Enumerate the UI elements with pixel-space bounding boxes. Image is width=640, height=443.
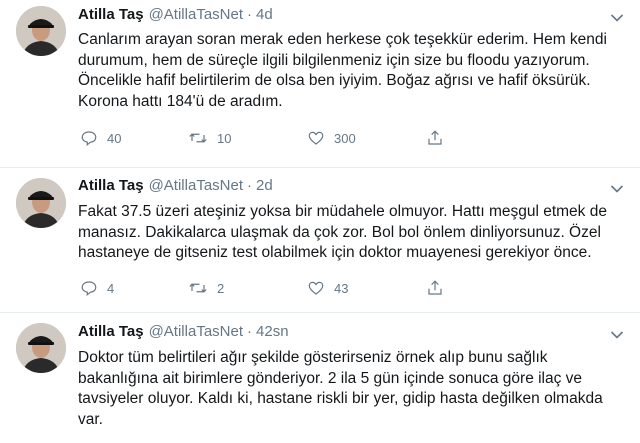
reply-icon [81,131,97,147]
chevron-down-icon[interactable] [610,184,624,194]
share-button[interactable] [426,278,444,298]
heart-icon [308,281,324,295]
chevron-down-icon[interactable] [610,13,624,23]
tweet-timestamp[interactable]: 42sn [256,323,289,340]
avatar-image [16,323,66,373]
tweet-text-line: durumum, hem de süreçle ilgili bilgilenm… [78,51,590,69]
heart-icon [308,131,324,145]
tweet-thread: Atilla Taş @AtillaTasNet · 4d Canlarım a… [0,0,640,443]
author-handle[interactable]: @AtillaTasNet [149,323,243,340]
retweet-count: 2 [217,280,225,296]
tweet-text-line: tavsiyeler oluyor. Kaldı ki, hastane ris… [78,390,603,407]
retweet-icon [189,133,207,143]
avatar[interactable] [16,6,66,56]
avatar[interactable] [16,178,66,228]
tweet[interactable]: Atilla Taş @AtillaTasNet · 4d Canlarım a… [0,0,640,168]
author-name[interactable]: Atilla Taş [78,6,144,23]
tweet-text-line: bakanlığına ait birimlere gönderiyor. 2 … [78,369,583,387]
like-count: 300 [334,130,356,146]
reply-count: 4 [107,280,115,296]
like-button[interactable]: 43 [307,278,348,298]
tweet[interactable]: Atilla Taş @AtillaTasNet · 42sn Doktor t… [0,313,640,443]
tweet-text-line: Canlarım arayan soran merak eden herkese… [78,31,607,48]
share-icon [428,280,442,295]
tweet-text: Doktor tüm belirtileri ağır şekilde göst… [78,348,624,430]
tweet-header: Atilla Taş @AtillaTasNet · 42sn [78,323,289,345]
reply-count: 40 [107,130,122,146]
separator-dot: · [247,177,253,194]
tweet-actions: 4 2 43 [80,278,500,298]
tweet-text-line: Doktor tüm belirtileri ağır şekilde göst… [78,349,548,366]
reply-button[interactable]: 40 [80,128,121,148]
tweet-text-line: Öncelikle hafif belirtilerim de olsa ben… [78,72,591,89]
tweet-text: Canlarım arayan soran merak eden herkese… [78,30,624,112]
tweet-text-line: hastaneye de gitseniz test olabilmek içi… [78,244,592,261]
avatar-image [16,6,66,56]
like-button[interactable]: 300 [307,128,356,148]
tweet-actions: 40 10 300 [80,128,500,148]
like-count: 43 [334,280,349,296]
author-handle[interactable]: @AtillaTasNet [149,6,243,23]
tweet[interactable]: Atilla Taş @AtillaTasNet · 2d Fakat 37.5… [0,168,640,313]
tweet-text: Fakat 37.5 üzeri ateşiniz yoksa bir müda… [78,202,624,264]
author-name[interactable]: Atilla Taş [78,177,144,194]
tweet-timestamp[interactable]: 4d [256,6,273,23]
reply-button[interactable]: 4 [80,278,114,298]
tweet-text-line: Fakat 37.5 üzeri ateşiniz yoksa bir müda… [78,203,607,220]
separator-dot: · [247,323,253,340]
tweet-header: Atilla Taş @AtillaTasNet · 2d [78,177,273,199]
retweet-count: 10 [217,130,232,146]
chevron-down-icon[interactable] [610,330,624,340]
tweet-text-line: Korona hattı 184'ü de aradım. [78,92,283,110]
share-icon [428,130,442,145]
retweet-button[interactable]: 10 [188,128,231,148]
tweet-header: Atilla Taş @AtillaTasNet · 4d [78,6,273,28]
avatar-image [16,178,66,228]
retweet-icon [189,283,207,293]
tweet-text-line: manasız. Dakikalarca ulaşmak da çok zor.… [78,223,601,241]
author-name[interactable]: Atilla Taş [78,323,144,340]
reply-icon [81,281,97,297]
avatar[interactable] [16,323,66,373]
tweet-text-line: var. [78,410,103,428]
share-button[interactable] [426,128,444,148]
separator-dot: · [247,6,253,23]
retweet-button[interactable]: 2 [188,278,224,298]
author-handle[interactable]: @AtillaTasNet [149,177,243,194]
tweet-timestamp[interactable]: 2d [256,177,273,194]
